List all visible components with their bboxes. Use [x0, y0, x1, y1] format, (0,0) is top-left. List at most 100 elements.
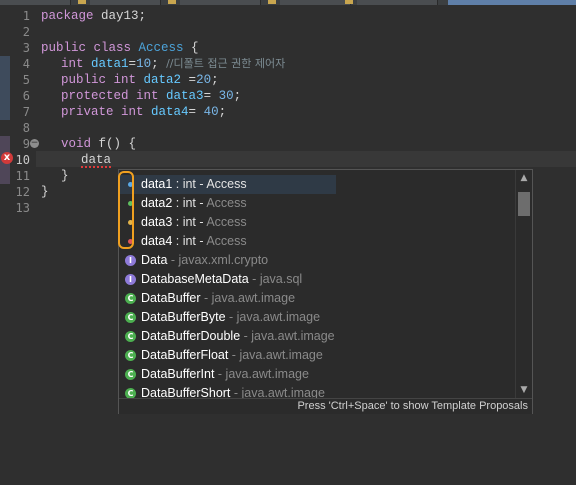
scroll-up-icon[interactable]: ▲ [519, 173, 529, 183]
proposal-item[interactable]: C DataBufferDouble - java.awt.image [119, 327, 515, 346]
class-icon: C [125, 350, 136, 361]
keyword: public int [61, 73, 137, 87]
fold-collapse-icon[interactable]: − [30, 139, 39, 148]
line-number: 3 [22, 41, 30, 55]
proposal-item[interactable]: C DataBuffer - java.awt.image [119, 289, 515, 308]
operator: = [181, 73, 197, 87]
proposal-item[interactable]: data4 : int - Access [119, 232, 515, 251]
keyword: int [61, 57, 84, 71]
keyword: void [61, 137, 92, 151]
class-name: Access [138, 41, 184, 55]
operator: = [203, 89, 219, 103]
annotation-highlight-box [118, 171, 134, 249]
number-literal: 30 [218, 89, 234, 103]
line-number: 12 [15, 185, 30, 199]
line-number: 13 [15, 201, 30, 215]
proposal-item[interactable]: data2 : int - Access [119, 194, 515, 213]
code-text: ; [233, 89, 242, 103]
line-number: 1 [22, 9, 30, 23]
field-name: data1 [91, 57, 129, 71]
code-text: day13; [93, 9, 147, 23]
line-number: 4 [22, 57, 30, 71]
java-file-icon [268, 0, 276, 4]
code-text: } [41, 185, 49, 199]
error-icon[interactable]: x [1, 152, 13, 164]
code-line-7: private int data4= 40; [61, 104, 226, 120]
code-text: } [61, 169, 69, 183]
scroll-down-icon[interactable]: ▼ [519, 385, 529, 395]
comment: //디폴트 접근 권한 제어자 [166, 57, 286, 70]
proposal-label: DataBufferFloat - java.awt.image [141, 348, 323, 362]
proposal-item[interactable]: data3 : int - Access [119, 213, 515, 232]
interface-icon: I [125, 255, 136, 266]
line-number: 9 [22, 137, 30, 151]
line-number: 7 [22, 105, 30, 119]
code-line-1: package day13; [41, 8, 146, 24]
keyword: package [41, 9, 94, 23]
class-icon: C [125, 369, 136, 380]
code-text: data [81, 153, 112, 167]
code-line-12: } [41, 184, 49, 200]
proposal-item[interactable]: C DataBufferByte - java.awt.image [119, 308, 515, 327]
proposal-label: data3 : int - Access [141, 215, 247, 229]
code-line-3: public class Access { [41, 40, 199, 56]
code-text: ; [218, 105, 227, 119]
keyword: protected int [61, 89, 159, 103]
proposal-label: DataBufferDouble - java.awt.image [141, 329, 335, 343]
keyword: public class [41, 41, 132, 55]
proposal-item[interactable]: C DataBufferShort - java.awt.image [119, 384, 515, 398]
line-number: 5 [22, 73, 30, 87]
keyword: private int [61, 105, 144, 119]
proposal-label: DatabaseMetaData - java.sql [141, 272, 303, 286]
proposal-item[interactable]: I Data - javax.xml.crypto [119, 251, 515, 270]
code-text: { [183, 41, 199, 55]
proposal-label: data2 : int - Access [141, 196, 247, 210]
proposal-item[interactable]: data1 : int - Access [119, 175, 336, 194]
java-file-icon [78, 0, 86, 4]
current-line-highlight [36, 151, 576, 167]
proposal-label: data4 : int - Access [141, 234, 247, 248]
class-icon: C [125, 388, 136, 398]
popup-status-bar: Press 'Ctrl+Space' to show Template Prop… [119, 398, 532, 414]
number-literal: 20 [196, 73, 212, 87]
proposal-label: DataBufferShort - java.awt.image [141, 386, 325, 398]
abstract-class-icon: C [125, 293, 136, 304]
field-name: data4 [151, 105, 189, 119]
content-assist-popup[interactable]: data1 : int - Access data2 : int - Acces… [118, 169, 533, 414]
proposal-list[interactable]: data1 : int - Access data2 : int - Acces… [119, 170, 515, 398]
line-number: 10 [15, 153, 30, 167]
proposal-item[interactable]: C DataBufferFloat - java.awt.image [119, 346, 515, 365]
proposal-label: DataBufferByte - java.awt.image [141, 310, 321, 324]
class-icon: C [125, 331, 136, 342]
proposal-label: Data - javax.xml.crypto [141, 253, 269, 267]
proposal-scrollbar[interactable]: ▲ ▼ [515, 170, 532, 398]
change-marker [0, 56, 10, 120]
proposal-item[interactable]: C DataBufferInt - java.awt.image [119, 365, 515, 384]
field-name: data3 [166, 89, 204, 103]
code-line-6: protected int data3= 30; [61, 88, 241, 104]
code-line-4: int data1=10; //디폴트 접근 권한 제어자 [61, 56, 285, 72]
line-number: 6 [22, 89, 30, 103]
code-text: ; [211, 73, 219, 87]
scrollbar-thumb[interactable] [518, 192, 530, 216]
proposal-item[interactable]: I DatabaseMetaData - java.sql [119, 270, 515, 289]
proposal-label: data1 : int - Access [141, 177, 247, 191]
number-literal: 40 [203, 105, 219, 119]
line-number: 2 [22, 25, 30, 39]
java-file-icon [168, 0, 176, 4]
code-line-9: void f() { [61, 136, 136, 152]
interface-icon: I [125, 274, 136, 285]
error-squiggle [81, 166, 111, 168]
java-file-icon [345, 0, 353, 4]
proposal-label: DataBufferInt - java.awt.image [141, 367, 309, 381]
field-name: data2 [143, 73, 182, 87]
template-proposals-hint: Press 'Ctrl+Space' to show Template Prop… [297, 400, 528, 412]
operator: = [188, 105, 204, 119]
operator: = [128, 57, 137, 71]
number-literal: 10 [136, 57, 152, 71]
line-number: 11 [15, 169, 30, 183]
code-line-5: public int data2 =20; [61, 72, 219, 88]
class-icon: C [125, 312, 136, 323]
code-line-11: } [61, 168, 69, 184]
code-text: f() { [91, 137, 137, 151]
